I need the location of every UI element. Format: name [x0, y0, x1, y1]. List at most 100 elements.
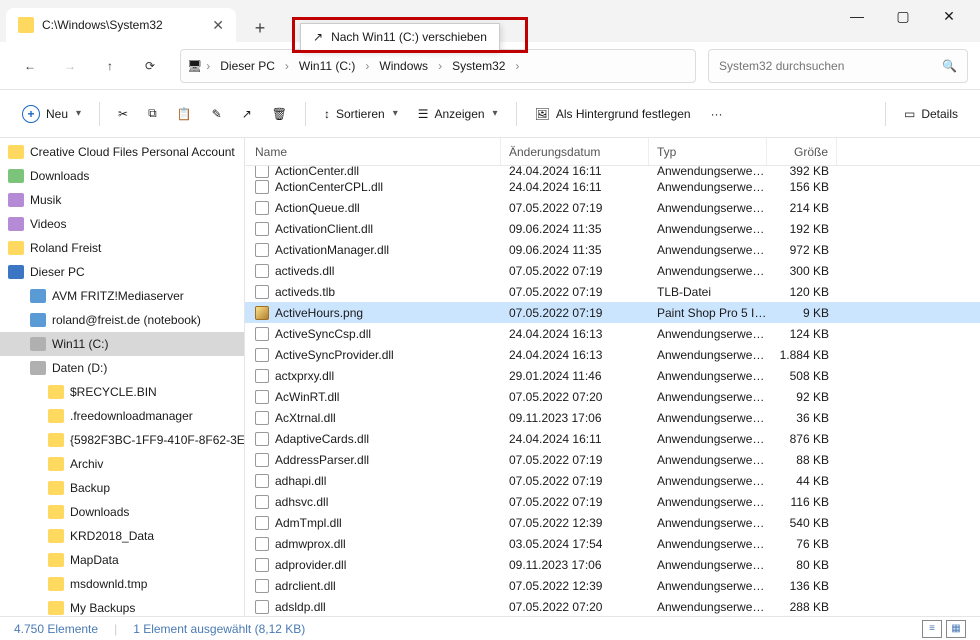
- details-view-button[interactable]: ≡: [922, 620, 942, 638]
- file-type: Anwendungserwe…: [649, 474, 767, 488]
- refresh-button[interactable]: ⟳: [132, 48, 168, 84]
- sidebar-item-label: Daten (D:): [52, 361, 107, 375]
- sidebar-item[interactable]: Win11 (C:): [0, 332, 244, 356]
- forward-button[interactable]: →: [52, 48, 88, 84]
- file-list[interactable]: Name Änderungsdatum Typ Größe ActionCent…: [245, 138, 980, 616]
- table-row[interactable]: actxprxy.dll29.01.2024 11:46Anwendungser…: [245, 365, 980, 386]
- file-name: adhapi.dll: [275, 474, 326, 488]
- sidebar-item[interactable]: AVM FRITZ!Mediaserver: [0, 284, 244, 308]
- table-row[interactable]: ActiveSyncProvider.dll24.04.2024 16:13An…: [245, 344, 980, 365]
- new-button[interactable]: + Neu ▾: [14, 99, 89, 129]
- selection-info: 1 Element ausgewählt (8,12 KB): [133, 622, 305, 636]
- table-row[interactable]: ActionCenter.dll24.04.2024 16:11Anwendun…: [245, 166, 980, 176]
- back-button[interactable]: ←: [12, 48, 48, 84]
- sidebar-item[interactable]: Dieser PC: [0, 260, 244, 284]
- search-input[interactable]: [719, 59, 942, 73]
- paste-button[interactable]: 📋: [169, 101, 200, 127]
- sidebar-item[interactable]: $RECYCLE.BIN: [0, 380, 244, 404]
- table-row[interactable]: activeds.dll07.05.2022 07:19Anwendungser…: [245, 260, 980, 281]
- sidebar-item-label: Creative Cloud Files Personal Account: [30, 145, 235, 159]
- sidebar-item[interactable]: Archiv: [0, 452, 244, 476]
- blue-icon: [30, 289, 46, 303]
- file-size: 120 KB: [767, 285, 837, 299]
- table-row[interactable]: ActionQueue.dll07.05.2022 07:19Anwendung…: [245, 197, 980, 218]
- sidebar-item[interactable]: Downloads: [0, 164, 244, 188]
- cut-button[interactable]: ✂: [110, 101, 136, 127]
- close-tab-button[interactable]: ✕: [212, 17, 224, 34]
- close-window-button[interactable]: ✕: [926, 0, 972, 32]
- more-button[interactable]: ···: [703, 101, 731, 127]
- set-background-button[interactable]: 🖼 Als Hintergrund festlegen: [527, 101, 699, 127]
- file-type: Anwendungserwe…: [649, 516, 767, 530]
- file-name: ActivationManager.dll: [275, 243, 389, 257]
- column-name[interactable]: Name: [245, 138, 501, 165]
- minimize-button[interactable]: —: [834, 0, 880, 32]
- delete-button[interactable]: 🗑: [264, 101, 295, 127]
- crumb-system32[interactable]: System32: [446, 55, 511, 77]
- maximize-button[interactable]: ▢: [880, 0, 926, 32]
- purple-icon: [8, 217, 24, 231]
- sidebar-item[interactable]: Roland Freist: [0, 236, 244, 260]
- details-pane-button[interactable]: ▭ Details: [896, 101, 966, 127]
- column-date[interactable]: Änderungsdatum: [501, 138, 649, 165]
- sidebar-item-label: Backup: [70, 481, 110, 495]
- table-row[interactable]: adhsvc.dll07.05.2022 07:19Anwendungserwe…: [245, 491, 980, 512]
- table-row[interactable]: admwprox.dll03.05.2024 17:54Anwendungser…: [245, 533, 980, 554]
- table-row[interactable]: ActiveHours.png07.05.2022 07:19Paint Sho…: [245, 302, 980, 323]
- sidebar-item[interactable]: roland@freist.de (notebook): [0, 308, 244, 332]
- plus-icon: +: [22, 105, 40, 123]
- folder-icon: [48, 529, 64, 543]
- table-row[interactable]: AdmTmpl.dll07.05.2022 12:39Anwendungserw…: [245, 512, 980, 533]
- table-row[interactable]: activeds.tlb07.05.2022 07:19TLB-Datei120…: [245, 281, 980, 302]
- column-header[interactable]: Name Änderungsdatum Typ Größe: [245, 138, 980, 166]
- table-row[interactable]: ActiveSyncCsp.dll24.04.2024 16:13Anwendu…: [245, 323, 980, 344]
- column-size[interactable]: Größe: [767, 138, 837, 165]
- table-row[interactable]: AdaptiveCards.dll24.04.2024 16:11Anwendu…: [245, 428, 980, 449]
- new-label: Neu: [46, 107, 68, 121]
- tab-system32[interactable]: C:\Windows\System32 ✕: [6, 8, 236, 42]
- table-row[interactable]: adsldp.dll07.05.2022 07:20Anwendungserwe…: [245, 596, 980, 616]
- file-name: ActiveHours.png: [275, 306, 363, 320]
- column-type[interactable]: Typ: [649, 138, 767, 165]
- sidebar-item[interactable]: Backup: [0, 476, 244, 500]
- rename-button[interactable]: ✎: [204, 101, 230, 127]
- table-row[interactable]: AcWinRT.dll07.05.2022 07:20Anwendungserw…: [245, 386, 980, 407]
- share-button[interactable]: ↗: [234, 101, 260, 127]
- sidebar-item[interactable]: MapData: [0, 548, 244, 572]
- sidebar-item[interactable]: Downloads: [0, 500, 244, 524]
- table-row[interactable]: AddressParser.dll07.05.2022 07:19Anwendu…: [245, 449, 980, 470]
- sidebar-item[interactable]: Musik: [0, 188, 244, 212]
- view-button[interactable]: ☰ Anzeigen ▾: [410, 101, 506, 127]
- file-type: Anwendungserwe…: [649, 327, 767, 341]
- icons-view-button[interactable]: ▦: [946, 620, 966, 638]
- file-type: Anwendungserwe…: [649, 495, 767, 509]
- table-row[interactable]: adrclient.dll07.05.2022 12:39Anwendungse…: [245, 575, 980, 596]
- crumb-windows[interactable]: Windows: [373, 55, 434, 77]
- new-tab-button[interactable]: +: [246, 14, 274, 42]
- sidebar-item[interactable]: msdownld.tmp: [0, 572, 244, 596]
- table-row[interactable]: AcXtrnal.dll09.11.2023 17:06Anwendungser…: [245, 407, 980, 428]
- up-button[interactable]: ↑: [92, 48, 128, 84]
- sidebar-item[interactable]: Daten (D:): [0, 356, 244, 380]
- sidebar-item[interactable]: .freedownloadmanager: [0, 404, 244, 428]
- table-row[interactable]: adprovider.dll09.11.2023 17:06Anwendungs…: [245, 554, 980, 575]
- sidebar-item[interactable]: My Backups: [0, 596, 244, 616]
- sidebar-item[interactable]: {5982F3BC-1FF9-410F-8F62-3E2…: [0, 428, 244, 452]
- search-box[interactable]: 🔍: [708, 49, 968, 83]
- table-row[interactable]: ActionCenterCPL.dll24.04.2024 16:11Anwen…: [245, 176, 980, 197]
- sidebar-item[interactable]: Creative Cloud Files Personal Account: [0, 140, 244, 164]
- table-row[interactable]: adhapi.dll07.05.2022 07:19Anwendungserwe…: [245, 470, 980, 491]
- crumb-pc[interactable]: Dieser PC: [214, 55, 281, 77]
- table-row[interactable]: ActivationManager.dll09.06.2024 11:35Anw…: [245, 239, 980, 260]
- copy-button[interactable]: ⧉: [140, 100, 165, 127]
- sidebar-item[interactable]: KRD2018_Data: [0, 524, 244, 548]
- file-icon: [255, 243, 269, 257]
- chevron-right-icon: ›: [515, 59, 519, 73]
- sidebar[interactable]: Creative Cloud Files Personal Account Dow…: [0, 138, 245, 616]
- sort-button[interactable]: ↕ Sortieren ▾: [316, 101, 406, 127]
- breadcrumb[interactable]: 🖥 › Dieser PC › Win11 (C:) › Windows › S…: [180, 49, 696, 83]
- crumb-drive[interactable]: Win11 (C:): [293, 55, 361, 77]
- sidebar-item[interactable]: Videos: [0, 212, 244, 236]
- file-size: 76 KB: [767, 537, 837, 551]
- table-row[interactable]: ActivationClient.dll09.06.2024 11:35Anwe…: [245, 218, 980, 239]
